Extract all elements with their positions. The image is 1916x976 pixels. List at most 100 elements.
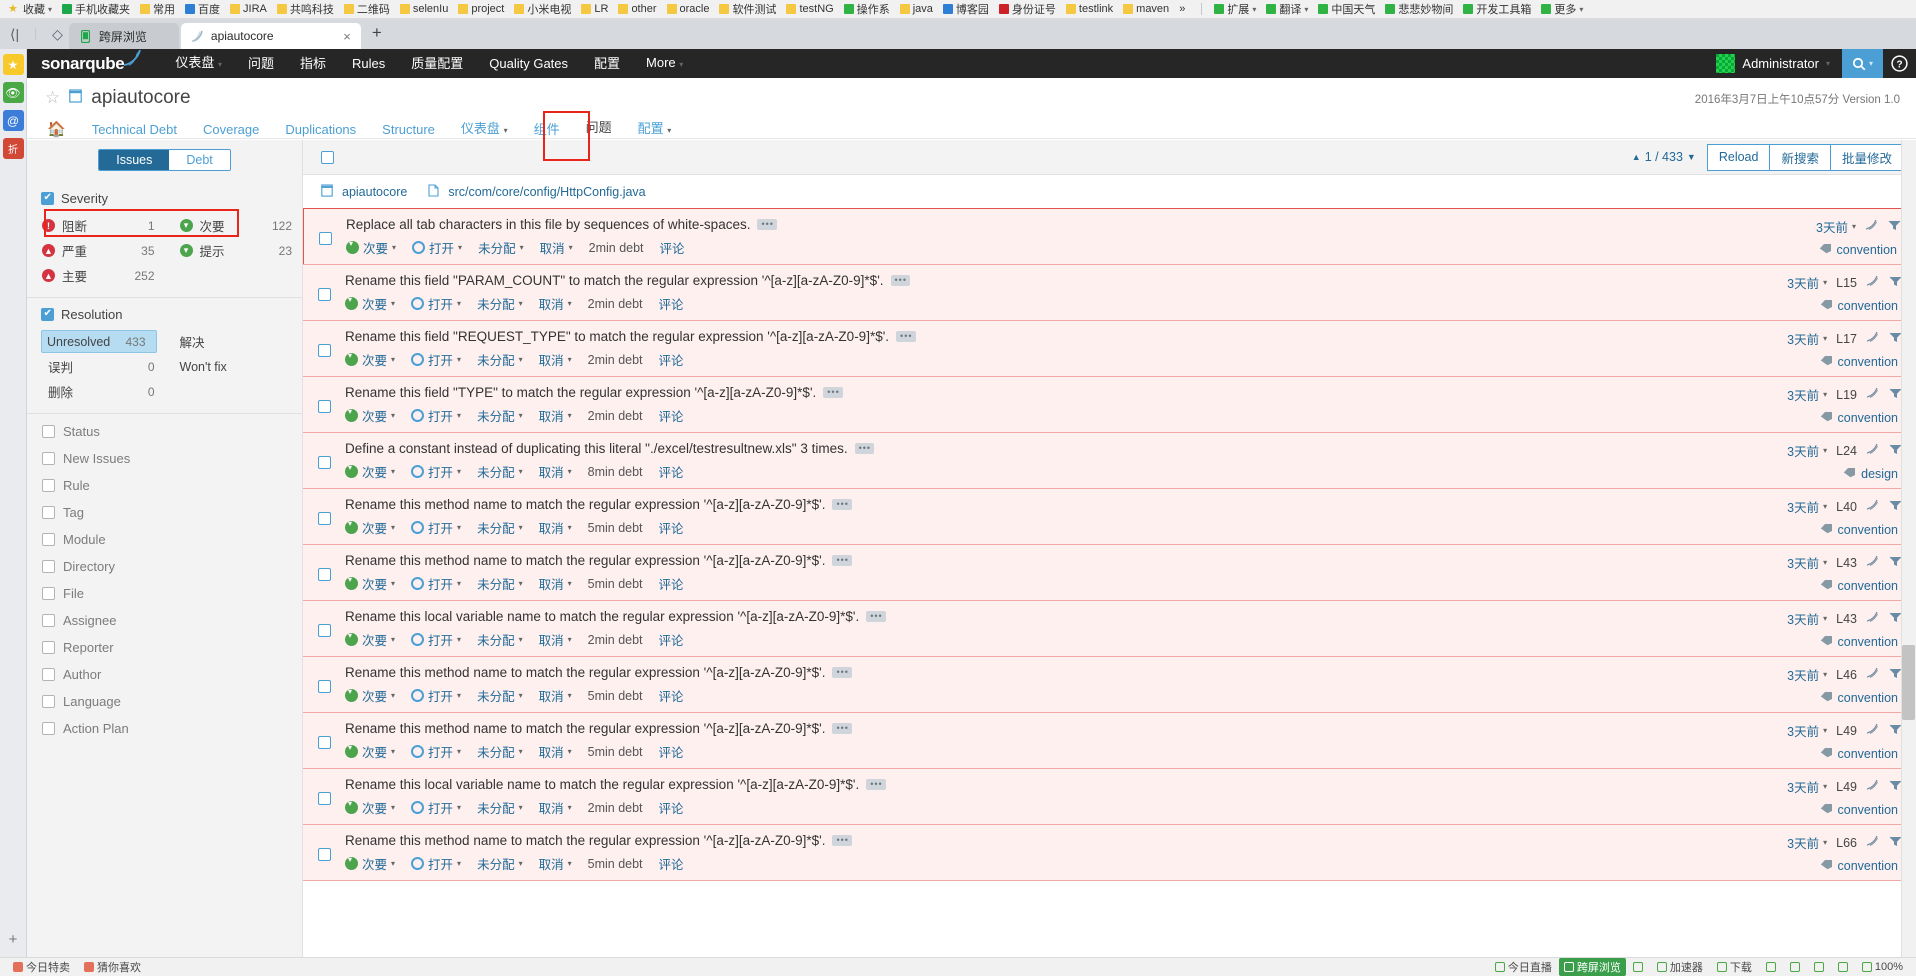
issue-checkbox[interactable] (317, 679, 331, 693)
search-button[interactable]: ▾ (1842, 49, 1883, 78)
issue-status[interactable]: 打开 ▾ (411, 518, 461, 537)
issue-assignee[interactable]: 未分配 ▾ (477, 686, 523, 705)
issue-more-icon[interactable]: ••• (832, 555, 852, 566)
bookmark-item[interactable]: testlink (1062, 1, 1117, 18)
star-icon[interactable]: ★ (2, 54, 24, 75)
tab-home[interactable]: 🏠 (41, 117, 79, 143)
issue-action-plan[interactable]: 取消 ▾ (539, 462, 572, 481)
rule-icon[interactable] (1866, 835, 1880, 850)
scrollbar-thumb[interactable] (1902, 645, 1915, 720)
nav-item-3[interactable]: Rules (339, 49, 398, 78)
issue-row[interactable]: Rename this method name to match the reg… (303, 712, 1916, 769)
bookmark-item[interactable]: JIRA (226, 1, 271, 18)
issue-status[interactable]: 打开 ▾ (411, 854, 461, 873)
eye-icon[interactable]: 👁 (2, 82, 24, 103)
rule-icon[interactable] (1866, 443, 1880, 458)
issue-age[interactable]: 3天前 ▾ (1816, 217, 1856, 236)
bookmark-item[interactable]: 百度 (181, 1, 224, 18)
facet-assignee[interactable]: Assignee (27, 607, 302, 634)
bookmark-item[interactable]: 手机收藏夹 (58, 1, 134, 18)
bookmark-item[interactable]: selenIu (396, 1, 452, 18)
nav-item-5[interactable]: Quality Gates (476, 49, 581, 78)
issue-checkbox[interactable] (317, 455, 331, 469)
issue-row[interactable]: Define a constant instead of duplicating… (303, 432, 1916, 489)
issue-more-icon[interactable]: ••• (832, 723, 852, 734)
taskbar-item[interactable] (1807, 962, 1831, 972)
facet-item-wontfix[interactable]: Won't fix (165, 354, 303, 379)
browser-tool-item[interactable]: 翻译 ▾ (1262, 1, 1312, 18)
issue-tag[interactable]: design▾ (1861, 467, 1906, 481)
issue-more-icon[interactable]: ••• (866, 779, 886, 790)
taskbar-item[interactable]: 猜你喜欢 (77, 959, 148, 975)
issue-row[interactable]: Rename this method name to match the reg… (303, 488, 1916, 545)
component-file[interactable]: src/com/core/config/HttpConfig.java (448, 185, 645, 199)
nav-item-2[interactable]: 指标 (287, 49, 339, 78)
facet-severity-header[interactable]: Severity (27, 189, 302, 213)
issue-row[interactable]: Rename this method name to match the reg… (303, 656, 1916, 713)
rule-icon[interactable] (1866, 387, 1880, 402)
issue-severity[interactable]: 次要▾ (345, 462, 395, 481)
caret-down-icon[interactable]: ▼ (1687, 152, 1696, 162)
issue-assignee[interactable]: 未分配 ▾ (478, 238, 524, 257)
bookmark-item[interactable]: project (454, 1, 508, 18)
issue-status[interactable]: 打开 ▾ (412, 238, 462, 257)
taskbar-item[interactable]: 下载 (1710, 959, 1759, 975)
help-button[interactable]: ? (1883, 49, 1916, 78)
issue-action-plan[interactable]: 取消 ▾ (539, 854, 572, 873)
tab-3[interactable]: Duplications (272, 117, 369, 143)
issue-row[interactable]: Replace all tab characters in this file … (303, 208, 1916, 265)
issue-assignee[interactable]: 未分配 ▾ (477, 462, 523, 481)
issue-comment-button[interactable]: 评论 (659, 630, 684, 649)
taskbar-item[interactable] (1759, 962, 1783, 972)
new-search-button[interactable]: 新搜索 (1769, 143, 1831, 171)
issue-status[interactable]: 打开 ▾ (411, 630, 461, 649)
issue-row[interactable]: Rename this field "REQUEST_TYPE" to matc… (303, 320, 1916, 377)
issue-severity[interactable]: 次要▾ (345, 742, 395, 761)
issue-comment-button[interactable]: 评论 (659, 406, 684, 425)
browser-tool-item[interactable]: 更多 ▾ (1537, 1, 1587, 18)
issue-tag[interactable]: convention▾ (1837, 243, 1905, 257)
facet-action-plan[interactable]: Action Plan (27, 715, 302, 742)
issue-age[interactable]: 3天前 ▾ (1787, 553, 1827, 572)
checkbox-icon[interactable] (42, 668, 55, 681)
nav-item-7[interactable]: More ▾ (633, 48, 696, 79)
bookmark-item[interactable]: 操作系 (840, 1, 894, 18)
bookmark-item[interactable]: 身份证号 (995, 1, 1060, 18)
issue-more-icon[interactable]: ••• (866, 611, 886, 622)
issue-checkbox[interactable] (318, 231, 332, 245)
mail-icon[interactable]: @ (2, 110, 24, 131)
facet-author[interactable]: Author (27, 661, 302, 688)
bookmark-item[interactable]: 常用 (136, 1, 179, 18)
issue-more-icon[interactable]: ••• (832, 667, 852, 678)
issue-more-icon[interactable]: ••• (890, 275, 910, 286)
facet-directory[interactable]: Directory (27, 553, 302, 580)
issue-age[interactable]: 3天前 ▾ (1787, 273, 1827, 292)
issue-status[interactable]: 打开 ▾ (411, 406, 461, 425)
add-icon[interactable]: + (9, 931, 18, 948)
issue-tag[interactable]: convention▾ (1838, 747, 1906, 761)
tab-4[interactable]: Structure (369, 117, 448, 143)
scrollbar-track[interactable] (1901, 140, 1916, 957)
facet-new-issues[interactable]: New Issues (27, 445, 302, 472)
issue-severity[interactable]: 次要▾ (345, 406, 395, 425)
issue-assignee[interactable]: 未分配 ▾ (477, 630, 523, 649)
rule-icon[interactable] (1866, 667, 1880, 682)
issue-row[interactable]: Rename this local variable name to match… (303, 768, 1916, 825)
issue-checkbox[interactable] (317, 847, 331, 861)
facet-resolution-header[interactable]: Resolution (27, 305, 302, 329)
bulk-change-button[interactable]: 批量修改 (1829, 143, 1904, 171)
issue-comment-button[interactable]: 评论 (659, 294, 684, 313)
taskbar-item[interactable]: 100% (1855, 961, 1910, 973)
checkbox-icon[interactable] (42, 506, 55, 519)
issue-comment-button[interactable]: 评论 (659, 798, 684, 817)
issue-assignee[interactable]: 未分配 ▾ (477, 518, 523, 537)
issue-comment-button[interactable]: 评论 (659, 742, 684, 761)
facet-item-false-positive[interactable]: 误判 0 (27, 354, 165, 379)
browser-tool-item[interactable]: 扩展 ▾ (1210, 1, 1260, 18)
back-icon[interactable]: ⟨| (10, 26, 19, 43)
issue-more-icon[interactable]: ••• (854, 443, 875, 454)
facet-reporter[interactable]: Reporter (27, 634, 302, 661)
taskbar-item[interactable]: 今日直播 (1488, 959, 1559, 975)
bookmark-item[interactable]: ★ 收藏 ▾ (4, 1, 56, 18)
issue-age[interactable]: 3天前 ▾ (1787, 833, 1827, 852)
